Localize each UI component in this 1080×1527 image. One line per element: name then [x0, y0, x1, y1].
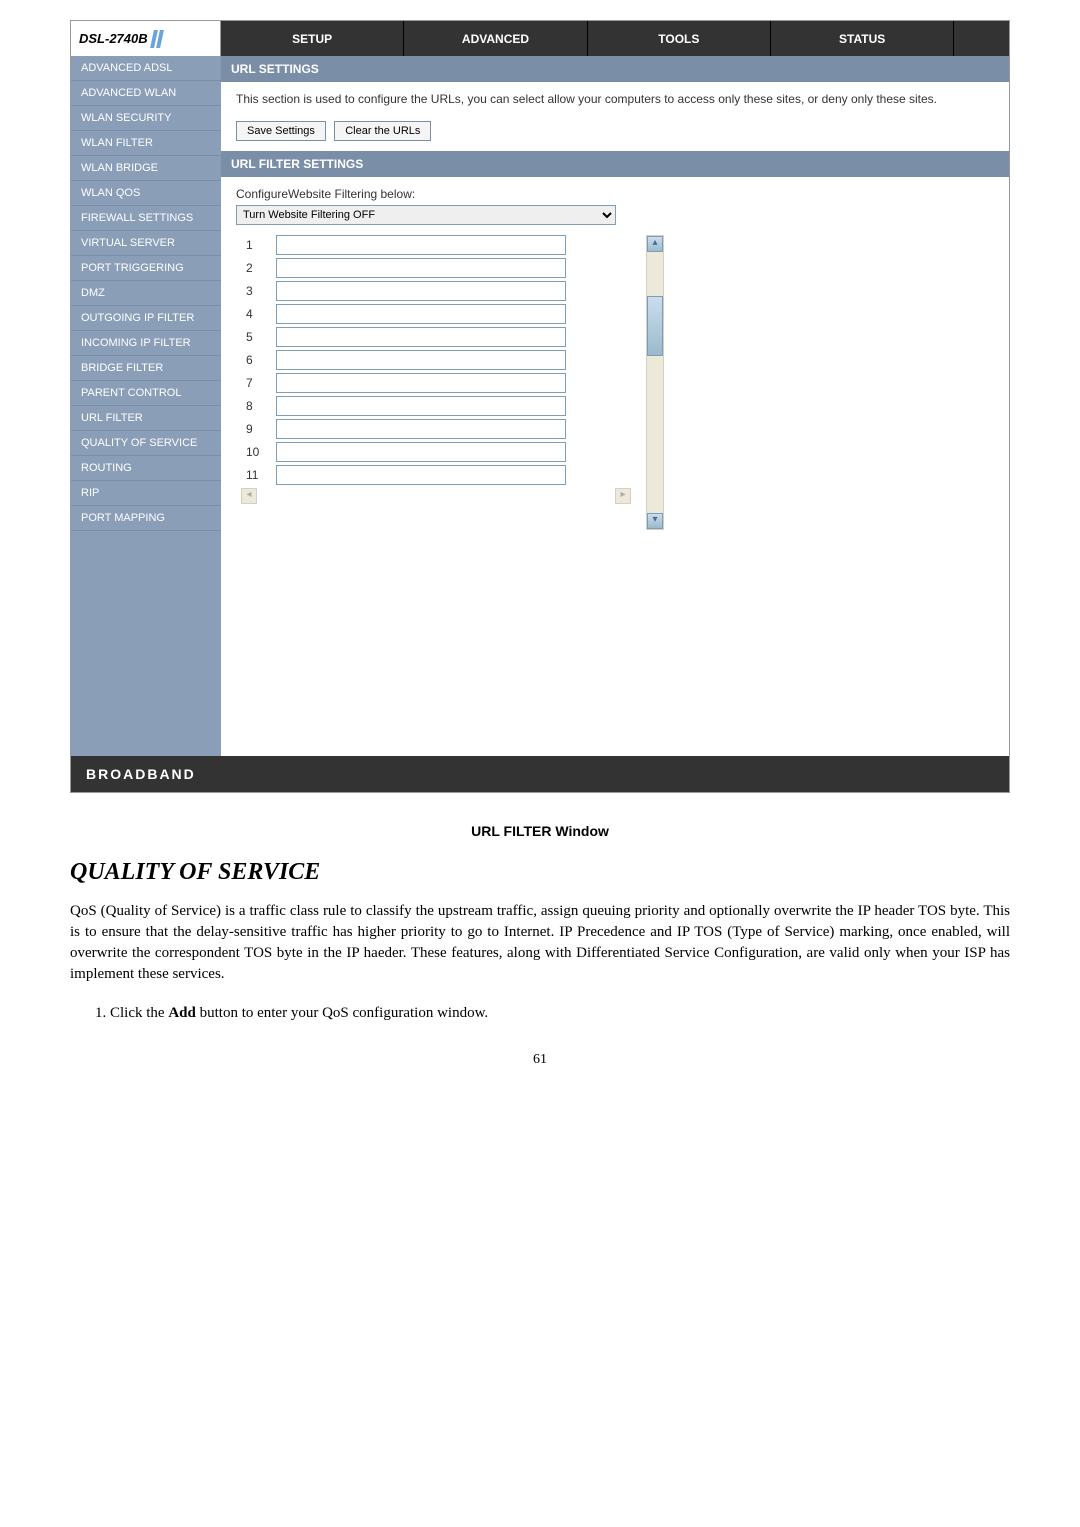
url-row: 1: [236, 235, 994, 255]
sidebar-item-parent-control[interactable]: PARENT CONTROL: [71, 381, 221, 406]
url-row: 9: [236, 419, 994, 439]
url-row: 2: [236, 258, 994, 278]
section-paragraph: QoS (Quality of Service) is a traffic cl…: [70, 901, 1010, 985]
instruction-list: Click the Add button to enter your QoS c…: [110, 1005, 1010, 1022]
url-input-6[interactable]: [276, 350, 566, 370]
sidebar-item-advanced-adsl[interactable]: ADVANCED ADSL: [71, 56, 221, 81]
top-navigation: DSL-2740B SETUP ADVANCED TOOLS STATUS: [71, 21, 1009, 56]
url-input-4[interactable]: [276, 304, 566, 324]
sidebar-item-outgoing-ip-filter[interactable]: OUTGOING IP FILTER: [71, 306, 221, 331]
url-input-1[interactable]: [276, 235, 566, 255]
sidebar-item-url-filter[interactable]: URL FILTER: [71, 406, 221, 431]
sidebar-item-port-triggering[interactable]: PORT TRIGGERING: [71, 256, 221, 281]
horizontal-scrollbar[interactable]: ◂ ▸: [241, 488, 631, 504]
url-input-11[interactable]: [276, 465, 566, 485]
sidebar-item-port-mapping[interactable]: PORT MAPPING: [71, 506, 221, 531]
url-row: 5: [236, 327, 994, 347]
scroll-thumb[interactable]: [647, 296, 663, 356]
url-input-10[interactable]: [276, 442, 566, 462]
sidebar: ADVANCED ADSL ADVANCED WLAN WLAN SECURIT…: [71, 56, 221, 756]
tab-advanced[interactable]: ADVANCED: [404, 21, 587, 56]
vertical-scrollbar[interactable]: ▴ ▾: [646, 235, 664, 530]
url-row: 11: [236, 465, 994, 485]
filtering-label: ConfigureWebsite Filtering below:: [236, 187, 994, 201]
section-heading: QUALITY OF SERVICE: [70, 859, 1010, 886]
sidebar-item-wlan-filter[interactable]: WLAN FILTER: [71, 131, 221, 156]
page-number: 61: [20, 1052, 1060, 1068]
url-input-9[interactable]: [276, 419, 566, 439]
list-item: Click the Add button to enter your QoS c…: [110, 1005, 1010, 1022]
url-settings-description: This section is used to configure the UR…: [236, 92, 994, 106]
main-area: ADVANCED ADSL ADVANCED WLAN WLAN SECURIT…: [71, 56, 1009, 756]
url-input-5[interactable]: [276, 327, 566, 347]
model-number: DSL-2740B: [79, 31, 148, 46]
url-row: 7: [236, 373, 994, 393]
url-input-8[interactable]: [276, 396, 566, 416]
sidebar-item-virtual-server[interactable]: VIRTUAL SERVER: [71, 231, 221, 256]
url-settings-header: URL SETTINGS: [221, 56, 1009, 82]
sidebar-item-incoming-ip-filter[interactable]: INCOMING IP FILTER: [71, 331, 221, 356]
url-input-3[interactable]: [276, 281, 566, 301]
sidebar-item-bridge-filter[interactable]: BRIDGE FILTER: [71, 356, 221, 381]
sidebar-item-wlan-bridge[interactable]: WLAN BRIDGE: [71, 156, 221, 181]
scroll-right-icon[interactable]: ▸: [615, 488, 631, 504]
router-admin-frame: DSL-2740B SETUP ADVANCED TOOLS STATUS AD…: [70, 20, 1010, 793]
logo-bars-icon: [152, 30, 162, 48]
url-row: 6: [236, 350, 994, 370]
sidebar-item-wlan-qos[interactable]: WLAN QOS: [71, 181, 221, 206]
url-input-2[interactable]: [276, 258, 566, 278]
sidebar-item-rip[interactable]: RIP: [71, 481, 221, 506]
sidebar-item-firewall-settings[interactable]: FIREWALL SETTINGS: [71, 206, 221, 231]
document-section: QUALITY OF SERVICE QoS (Quality of Servi…: [70, 859, 1010, 1022]
url-row: 3: [236, 281, 994, 301]
scroll-down-icon[interactable]: ▾: [647, 513, 663, 529]
logo: DSL-2740B: [71, 21, 221, 56]
url-input-7[interactable]: [276, 373, 566, 393]
url-row: 4: [236, 304, 994, 324]
website-filtering-select[interactable]: Turn Website Filtering OFF: [236, 205, 616, 225]
footer-brand: BROADBAND: [71, 756, 1009, 792]
scroll-up-icon[interactable]: ▴: [647, 236, 663, 252]
sidebar-item-advanced-wlan[interactable]: ADVANCED WLAN: [71, 81, 221, 106]
sidebar-item-wlan-security[interactable]: WLAN SECURITY: [71, 106, 221, 131]
url-settings-body: This section is used to configure the UR…: [221, 82, 1009, 151]
figure-caption: URL FILTER Window: [20, 823, 1060, 839]
save-settings-button[interactable]: Save Settings: [236, 121, 326, 141]
url-input-list: 1 2 3 4 5 6 7 8 9 10 11 ▴ ▾: [236, 235, 994, 485]
scroll-left-icon[interactable]: ◂: [241, 488, 257, 504]
url-row: 8: [236, 396, 994, 416]
url-row: 10: [236, 442, 994, 462]
sidebar-item-quality-of-service[interactable]: QUALITY OF SERVICE: [71, 431, 221, 456]
sidebar-item-routing[interactable]: ROUTING: [71, 456, 221, 481]
url-filter-settings-header: URL FILTER SETTINGS: [221, 151, 1009, 177]
tab-spacer: [954, 21, 1009, 56]
sidebar-item-dmz[interactable]: DMZ: [71, 281, 221, 306]
tab-tools[interactable]: TOOLS: [588, 21, 771, 56]
clear-urls-button[interactable]: Clear the URLs: [334, 121, 431, 141]
content-area: URL SETTINGS This section is used to con…: [221, 56, 1009, 756]
url-filter-settings-body: ConfigureWebsite Filtering below: Turn W…: [221, 177, 1009, 514]
tab-setup[interactable]: SETUP: [221, 21, 404, 56]
tab-status[interactable]: STATUS: [771, 21, 954, 56]
